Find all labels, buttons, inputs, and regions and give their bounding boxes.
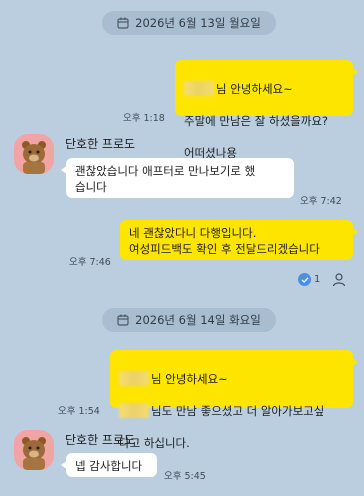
redacted-name	[184, 81, 214, 96]
message-time: 오후 5:45	[164, 471, 206, 482]
bear-avatar-icon	[22, 437, 46, 470]
read-count: 1	[314, 274, 321, 285]
message-text: 님도 만남 좋으셨고 더 알아가보고싶	[151, 404, 325, 418]
profile-avatar[interactable]	[14, 134, 54, 174]
date-label: 2026년 6월 14일 화요일	[135, 313, 261, 327]
my-message-bubble[interactable]: 네 괜찮았다니 다행입니다. 여성피드백도 확인 후 전달드리겠습니다	[120, 220, 358, 260]
their-message-bubble[interactable]: 넵 감사합니다	[61, 453, 157, 477]
message-text: 다고 하십니다.	[119, 436, 190, 450]
redacted-name	[119, 403, 149, 418]
date-divider: 2026년 6월 14일 화요일	[102, 308, 276, 332]
redacted-name	[119, 371, 149, 386]
message-time: 오후 1:54	[58, 406, 100, 417]
message-text: 님 안녕하세요~	[151, 372, 228, 386]
message-text: 주말에 만남은 잘 하셨을까요?	[184, 114, 329, 128]
message-time: 오후 7:46	[69, 257, 111, 268]
calendar-icon	[117, 314, 129, 326]
date-divider: 2026년 6월 13일 월요일	[102, 11, 276, 35]
check-icon	[298, 273, 311, 286]
read-receipt[interactable]: 1	[298, 273, 320, 286]
date-label: 2026년 6월 13일 월요일	[135, 16, 261, 30]
bear-avatar-icon	[22, 141, 46, 174]
sender-name: 단호한 프로도	[65, 137, 136, 151]
my-message-bubble[interactable]: 님 안녕하세요~ 주말에 만남은 잘 하셨을까요? 어떠셨나용	[175, 60, 358, 160]
sender-name: 단호한 프로도	[65, 433, 136, 447]
message-time: 오후 1:18	[123, 113, 165, 124]
my-message-bubble[interactable]: 님 안녕하세요~ 님도 만남 좋으셨고 더 알아가보고싶 다고 하십니다.	[110, 350, 358, 450]
their-message-bubble[interactable]: 괜찮았습니다 애프터로 만나보기로 했 습니다	[61, 158, 294, 198]
message-time: 오후 7:42	[300, 196, 342, 207]
message-text: 님 안녕하세요~	[216, 82, 293, 96]
calendar-icon	[117, 17, 129, 29]
person-icon[interactable]	[331, 272, 347, 288]
profile-avatar[interactable]	[14, 430, 54, 470]
